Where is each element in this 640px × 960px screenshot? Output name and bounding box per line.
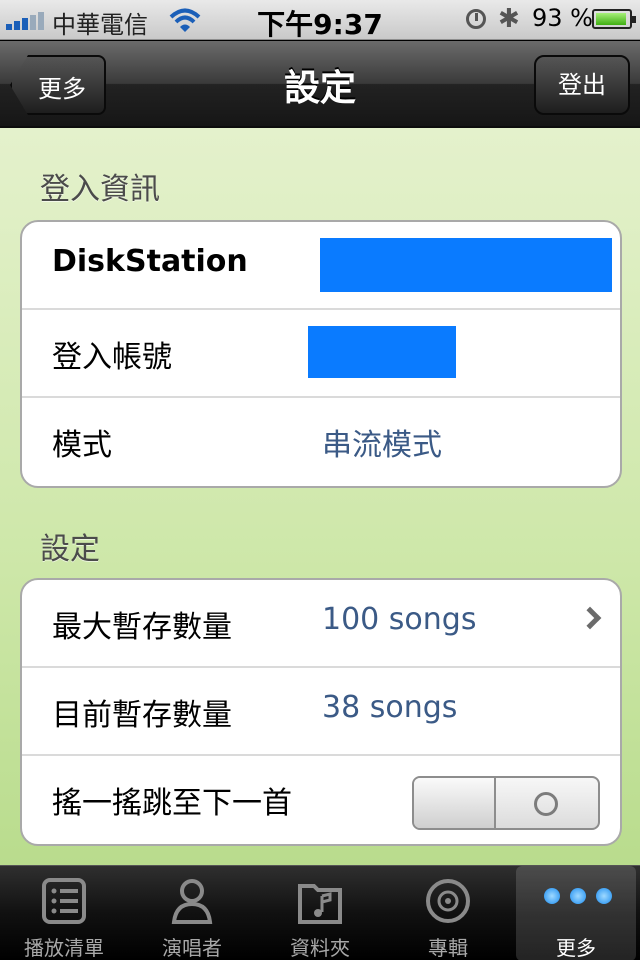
row-label: 目前暫存數量: [52, 698, 232, 733]
row-current-cache: 目前暫存數量 38 songs: [22, 668, 620, 756]
tab-label: 資料夾: [290, 936, 350, 960]
playlist-icon: [42, 878, 86, 924]
row-label: 最大暫存數量: [52, 610, 232, 645]
shake-toggle-switch[interactable]: [412, 776, 600, 830]
tab-bar: 播放清單 演唱者 資料夾 專輯 更多: [0, 865, 640, 960]
settings-group: 最大暫存數量 100 songs 目前暫存數量 38 songs 搖一搖跳至下一…: [20, 578, 622, 846]
redacted-account-value: [308, 326, 456, 378]
tab-folder[interactable]: 資料夾: [256, 866, 384, 960]
row-label: DiskStation: [52, 244, 248, 279]
redacted-diskstation-value: [320, 238, 612, 292]
chevron-right-icon: [578, 606, 602, 630]
tab-label: 播放清單: [24, 936, 104, 960]
tab-label: 更多: [556, 936, 596, 960]
row-value: 38 songs: [322, 690, 458, 725]
rotation-lock-icon: [466, 9, 486, 29]
row-shake-next: 搖一搖跳至下一首: [22, 756, 620, 844]
section-header-settings: 設定: [40, 532, 100, 567]
row-value: 100 songs: [322, 602, 477, 637]
battery-icon: [592, 9, 636, 29]
settings-content[interactable]: 登入資訊 DiskStation 登入帳號 模式 串流模式 設定 最大暫存數量 …: [0, 128, 640, 865]
logout-button[interactable]: 登出: [534, 55, 630, 115]
row-label: 搖一搖跳至下一首: [52, 786, 292, 821]
section-header-login-info: 登入資訊: [40, 172, 160, 207]
row-diskstation: DiskStation: [22, 222, 620, 310]
toggle-knob: [414, 778, 496, 828]
more-icon: [544, 888, 612, 904]
status-bar: 中華電信 下午9:37 ✱ 93 %: [0, 0, 640, 41]
row-label: 登入帳號: [52, 340, 172, 375]
tab-playlist[interactable]: 播放清單: [0, 866, 128, 960]
folder-icon: [298, 884, 342, 924]
tab-label: 演唱者: [162, 936, 222, 960]
tab-artist[interactable]: 演唱者: [128, 866, 256, 960]
bluetooth-icon: ✱: [498, 4, 520, 34]
tab-label: 專輯: [428, 936, 468, 960]
album-icon: [426, 879, 470, 923]
tab-more[interactable]: 更多: [516, 866, 636, 960]
artist-icon: [171, 879, 213, 924]
row-max-cache[interactable]: 最大暫存數量 100 songs: [22, 580, 620, 668]
row-mode: 模式 串流模式: [22, 398, 620, 486]
battery-percent: 93 %: [532, 4, 593, 32]
row-value: 串流模式: [322, 428, 442, 463]
row-label: 模式: [52, 428, 112, 463]
navigation-bar: 更多 設定 登出: [0, 41, 640, 128]
tab-album[interactable]: 專輯: [384, 866, 512, 960]
login-info-group: DiskStation 登入帳號 模式 串流模式: [20, 220, 622, 488]
off-indicator-icon: [534, 792, 558, 816]
row-login-account: 登入帳號: [22, 310, 620, 398]
